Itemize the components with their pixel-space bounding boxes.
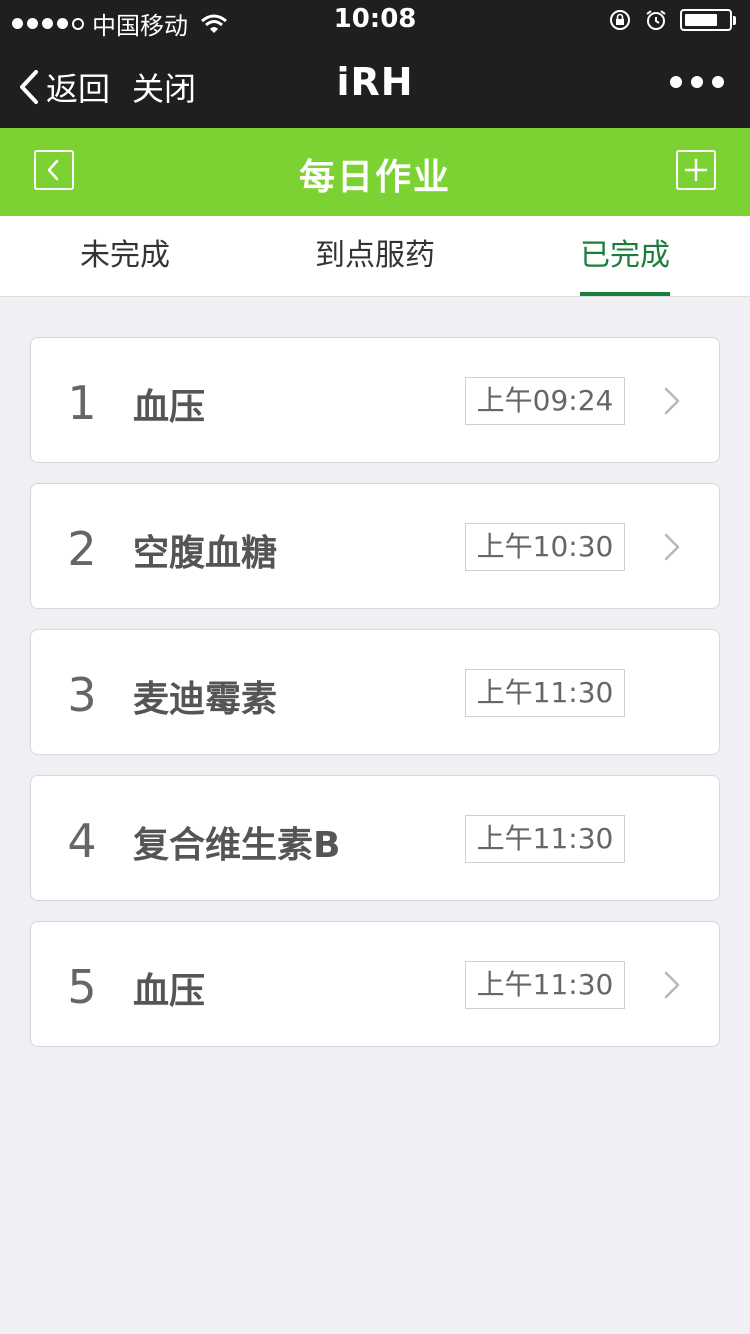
item-time-badge: 上午09:24 — [465, 377, 625, 425]
tab-medication-due[interactable]: 到点服药 — [250, 216, 500, 296]
item-name: 血压 — [133, 387, 206, 428]
item-index: 5 — [67, 960, 97, 1014]
list-item[interactable]: 4 复合维生素B 上午11:30 — [30, 775, 720, 901]
chevron-right-icon — [664, 971, 680, 999]
item-time-badge: 上午10:30 — [465, 523, 625, 571]
item-index: 4 — [67, 814, 97, 868]
item-index: 1 — [67, 376, 97, 430]
rotation-lock-icon — [610, 10, 630, 30]
item-time-badge: 上午11:30 — [465, 669, 625, 717]
alarm-icon — [646, 10, 666, 30]
tab-completed[interactable]: 已完成 — [500, 216, 750, 296]
nav-title: iRH — [336, 60, 414, 104]
tab-label: 已完成 — [580, 238, 670, 273]
app-header: 每日作业 — [0, 128, 750, 216]
list-item[interactable]: 2 空腹血糖 上午10:30 — [30, 483, 720, 609]
item-time-badge: 上午11:30 — [465, 815, 625, 863]
tab-label: 到点服药 — [315, 238, 435, 273]
tab-incomplete[interactable]: 未完成 — [0, 216, 250, 296]
item-index: 3 — [67, 668, 97, 722]
item-index: 2 — [67, 522, 97, 576]
chevron-right-icon — [664, 533, 680, 561]
chevron-right-icon — [664, 387, 680, 415]
status-bar: 中国移动 10:08 — [0, 0, 750, 40]
wechat-nav-bar: 返回 关闭 iRH — [0, 40, 750, 128]
tab-label: 未完成 — [80, 238, 170, 273]
item-name: 血压 — [133, 971, 206, 1012]
item-name: 空腹血糖 — [133, 533, 278, 574]
add-button[interactable] — [676, 150, 716, 190]
active-tab-indicator — [580, 292, 670, 296]
item-time-badge: 上午11:30 — [465, 961, 625, 1009]
page-title: 每日作业 — [298, 157, 451, 198]
list-item[interactable]: 1 血压 上午09:24 — [30, 337, 720, 463]
square-plus-icon — [685, 159, 707, 181]
task-list: 1 血压 上午09:24 2 空腹血糖 上午10:30 3 麦迪霉素 上午11:… — [30, 337, 720, 1067]
more-dots-icon[interactable] — [670, 76, 724, 88]
item-name: 麦迪霉素 — [133, 679, 278, 720]
tab-bar: 未完成 到点服药 已完成 — [0, 216, 750, 297]
list-item[interactable]: 3 麦迪霉素 上午11:30 — [30, 629, 720, 755]
status-right — [608, 8, 736, 32]
battery-icon — [680, 9, 732, 31]
list-item[interactable]: 5 血压 上午11:30 — [30, 921, 720, 1047]
item-name: 复合维生素B — [133, 825, 341, 866]
top-bar: 中国移动 10:08 返回 关闭 iRH — [0, 0, 750, 128]
